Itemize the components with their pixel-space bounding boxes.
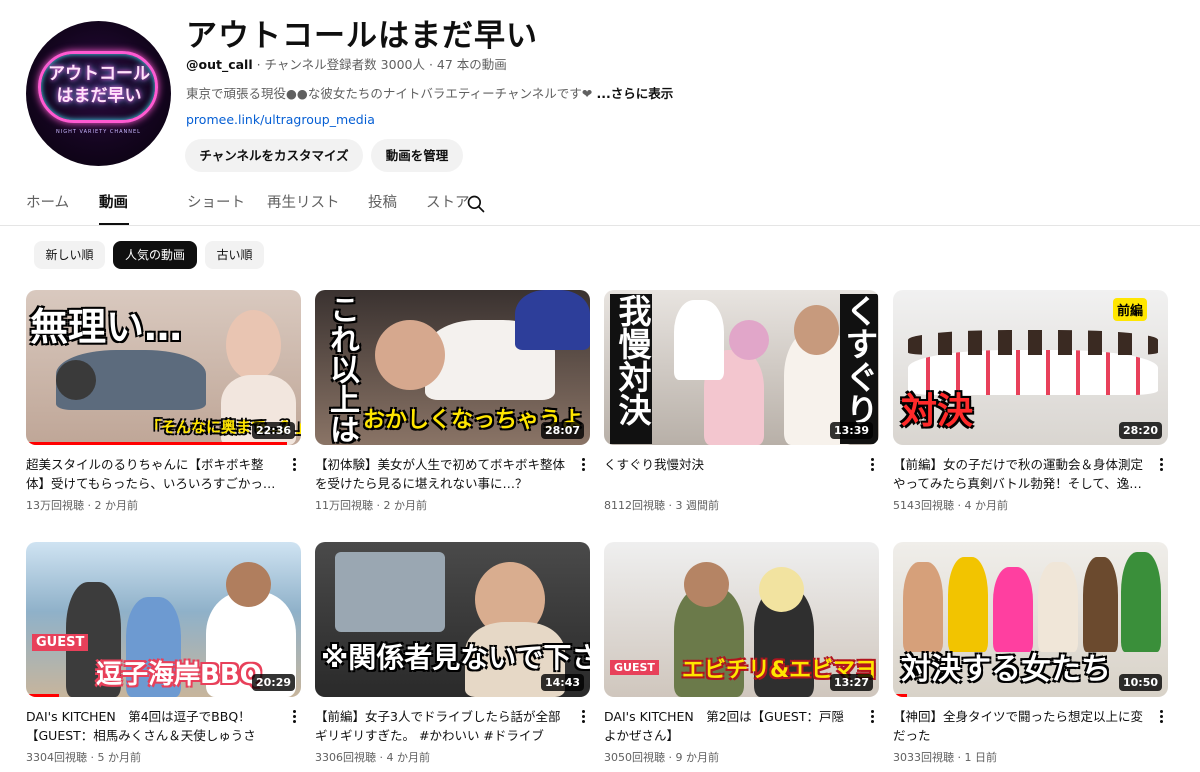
more-options-icon[interactable] [866,456,878,476]
video-title[interactable]: くすぐり我慢対決 [604,455,856,493]
chip-popular[interactable]: 人気の動画 [113,241,197,269]
channel-meta: @out_call · チャンネル登録者数 3000人 · 47 本の動画 [186,54,507,73]
video-title[interactable]: DAI's KITCHEN 第2回は【GUEST：戸隠よかぜさん】 [604,707,856,745]
video-thumbnail[interactable]: 無理い… 「そんなに奥まで…？」 22:36 [26,290,301,445]
avatar-subtitle: NIGHT VARIETY CHANNEL [56,129,141,135]
video-stats: 5143回視聴 · 4 か月前 [893,499,1008,512]
video-thumbnail[interactable]: 我慢対決 くすぐり 13:39 [604,290,879,445]
video-duration: 22:36 [251,422,295,439]
video-duration: 14:43 [540,674,584,691]
thumbnail-caption: 対決 [901,391,974,432]
video-title[interactable]: 超美スタイルのるりちゃんに【ボキボキ整体】受けてもらったら、いろいろすごかっ… [26,455,278,493]
more-options-icon[interactable] [866,708,878,728]
more-options-icon[interactable] [577,456,589,476]
avatar-logo-text: アウトコールはまだ早い [48,64,150,106]
video-stats: 3050回視聴 · 9 か月前 [604,751,719,764]
video-stats: 3304回視聴 · 5 か月前 [26,751,141,764]
video-thumbnail[interactable]: GUEST 逗子海岸BBQ 20:29 [26,542,301,697]
video-thumbnail[interactable]: GUEST エビチリ&エビマヨ 13:27 [604,542,879,697]
channel-avatar[interactable]: アウトコールはまだ早い NIGHT VARIETY CHANNEL [26,21,171,166]
thumbnail-caption: ※関係者見ないで下さい [321,641,590,674]
thumbnail-caption: GUEST [610,660,659,675]
channel-stats: · チャンネル登録者数 3000人 · 47 本の動画 [252,57,507,72]
more-options-icon[interactable] [288,708,300,728]
video-duration: 13:27 [829,674,873,691]
thumbnail-caption: GUEST [32,634,89,651]
video-thumbnail[interactable]: これ以上は おかしくなっちゃうよ 28:07 [315,290,590,445]
tabs-divider [0,225,1200,226]
channel-description[interactable]: 東京で頑張る現役●●な彼女たちのナイトバラエティーチャンネルです❤ ...さらに… [186,83,673,102]
chip-newest[interactable]: 新しい順 [34,241,105,269]
show-more-link[interactable]: ...さらに表示 [592,86,674,101]
thumbnail-caption: 対決する女たち [901,652,1111,687]
tab-home[interactable]: ホーム [26,187,99,225]
video-duration: 28:07 [540,422,584,439]
video-thumbnail[interactable]: ※関係者見ないで下さい 14:43 [315,542,590,697]
video-thumbnail[interactable]: 対決する女たち 10:50 [893,542,1168,697]
video-duration: 28:20 [1118,422,1162,439]
video-duration: 10:50 [1118,674,1162,691]
video-stats: 8112回視聴 · 3 週間前 [604,499,719,512]
thumbnail-caption: 前編 [1113,298,1148,321]
video-title[interactable]: 【前編】女の子だけで秋の運動会＆身体測定やってみたら真剣バトル勃発！そして、逸… [893,455,1145,493]
thumbnail-caption: 逗子海岸BBQ [96,660,262,690]
tab-playlists[interactable]: 再生リスト [267,187,368,225]
video-stats: 11万回視聴 · 2 か月前 [315,499,427,512]
video-title[interactable]: DAI's KITCHEN 第4回は逗子でBBQ！【GUEST：相馬みくさん＆天… [26,707,278,745]
tab-posts[interactable]: 投稿 [368,187,426,225]
video-title[interactable]: 【前編】女子3人でドライブしたら話が全部ギリギリすぎた。 #かわいい #ドライブ… [315,707,567,745]
search-icon[interactable] [466,194,486,214]
video-stats: 13万回視聴 · 2 か月前 [26,499,138,512]
watch-progress [26,694,59,697]
video-duration: 13:39 [829,422,873,439]
channel-handle: @out_call [186,57,253,72]
more-options-icon[interactable] [577,708,589,728]
thumbnail-caption: 無理い… [30,305,183,349]
more-options-icon[interactable] [1155,456,1167,476]
video-stats: 3306回視聴 · 4 か月前 [315,751,430,764]
thumbnail-caption: 我慢対決 [610,294,652,444]
video-stats: 3033回視聴 · 1 日前 [893,751,997,764]
channel-name: アウトコールはまだ早い [186,18,538,54]
more-options-icon[interactable] [1155,708,1167,728]
channel-link[interactable]: promee.link/ultragroup_media [186,112,375,127]
more-options-icon[interactable] [288,456,300,476]
thumbnail-caption: これ以上は [324,294,359,444]
tab-videos[interactable]: 動画 [99,187,129,225]
watch-progress [26,442,288,445]
customize-channel-button[interactable]: チャンネルをカスタマイズ [185,139,363,172]
chip-oldest[interactable]: 古い順 [205,241,264,269]
video-duration: 20:29 [251,674,295,691]
video-thumbnail[interactable]: 対決 前編 28:20 [893,290,1168,445]
watch-progress [893,694,907,697]
video-title[interactable]: 【初体験】美女が人生で初めてボキボキ整体を受けたら見るに堪えれない事に…？ [315,455,567,493]
video-title[interactable]: 【神回】全身タイツで闘ったら想定以上に変だった [893,707,1145,745]
manage-videos-button[interactable]: 動画を管理 [371,139,463,172]
description-text: 東京で頑張る現役●●な彼女たちのナイトバラエティーチャンネルです❤ [186,86,593,101]
tab-shorts[interactable]: ショート [187,187,267,225]
channel-tabs: ホーム 動画 ショート 再生リスト 投稿 ストア [26,187,486,225]
